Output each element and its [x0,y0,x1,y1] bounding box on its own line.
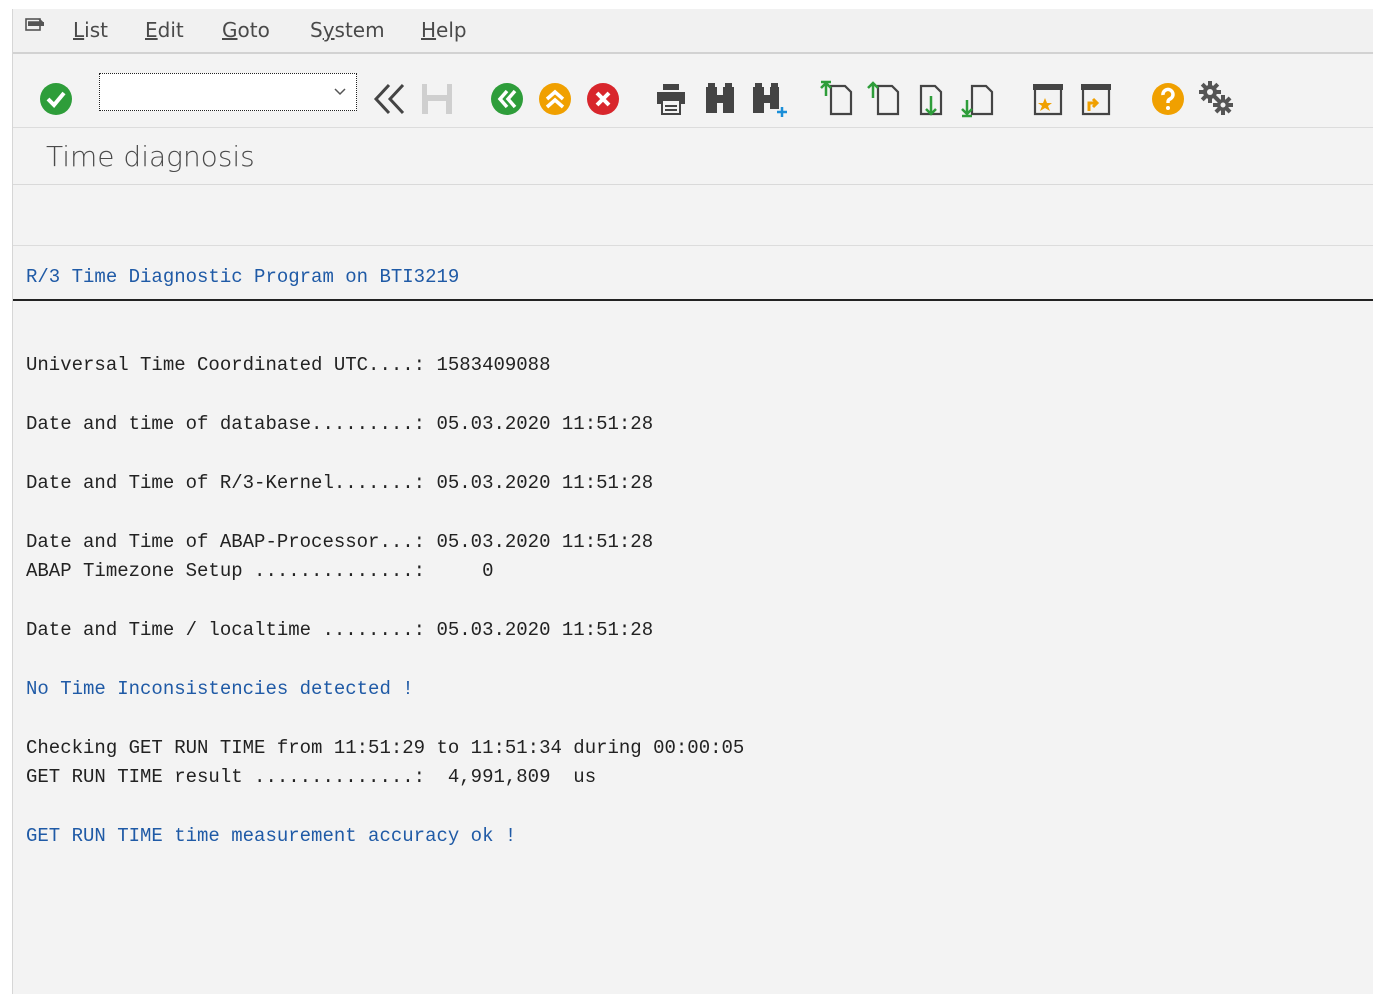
next-page-icon[interactable] [913,80,949,118]
list-output: R/3 Time Diagnostic Program on BTI3219 U… [13,246,1373,994]
command-field[interactable] [99,73,357,111]
list-line-localtime: Date and Time / localtime ........: 05.0… [26,619,654,641]
list-line-accuracy-ok: GET RUN TIME time measurement accuracy o… [26,825,517,847]
list-line-utc: Universal Time Coordinated UTC....: 1583… [26,354,551,376]
exit-icon[interactable] [538,82,572,116]
menu-toggle-icon[interactable] [25,18,45,34]
print-icon[interactable] [654,81,688,117]
menu-bar: List Edit Goto System Help [13,9,1373,54]
page-title: Time diagnosis [46,140,255,173]
menu-edit[interactable]: Edit [145,18,184,42]
command-input[interactable] [104,80,318,106]
find-next-icon[interactable] [750,81,790,119]
list-header: R/3 Time Diagnostic Program on BTI3219 [26,266,460,288]
menu-system[interactable]: System [310,18,385,42]
back-icon[interactable] [490,82,524,116]
menu-help[interactable]: Help [421,18,467,42]
last-page-icon[interactable] [960,80,996,118]
system-toolbar [13,54,1373,128]
command-field-dropdown-icon[interactable] [334,86,346,98]
list-line-kernel-time: Date and Time of R/3-Kernel.......: 05.0… [26,472,654,494]
header-divider [13,299,1373,301]
list-line-abap-timezone: ABAP Timezone Setup ..............: 0 [26,560,494,582]
back-double-chevron-icon[interactable] [371,81,407,117]
list-line-checking-runtime: Checking GET RUN TIME from 11:51:29 to 1… [26,737,745,759]
menu-goto[interactable]: Goto [222,18,270,42]
list-line-no-inconsistencies: No Time Inconsistencies detected ! [26,678,414,700]
sap-window: List Edit Goto System Help Time diagnosi… [12,9,1373,994]
list-line-runtime-result: GET RUN TIME result ..............: 4,99… [26,766,597,788]
generate-shortcut-icon[interactable] [1079,80,1115,118]
create-session-icon[interactable] [1031,80,1067,118]
first-page-icon[interactable] [819,80,855,118]
list-line-database-time: Date and time of database.........: 05.0… [26,413,654,435]
save-icon[interactable] [419,81,455,117]
title-bar: Time diagnosis [13,128,1373,185]
find-icon[interactable] [703,81,739,117]
help-icon[interactable] [1151,82,1185,116]
menu-list[interactable]: List [73,18,108,42]
previous-page-icon[interactable] [866,80,902,118]
application-toolbar [13,185,1373,246]
cancel-icon[interactable] [586,82,620,116]
list-line-abap-processor-time: Date and Time of ABAP-Processor...: 05.0… [26,531,654,553]
enter-icon[interactable] [39,82,73,116]
customize-layout-icon[interactable] [1197,79,1235,117]
